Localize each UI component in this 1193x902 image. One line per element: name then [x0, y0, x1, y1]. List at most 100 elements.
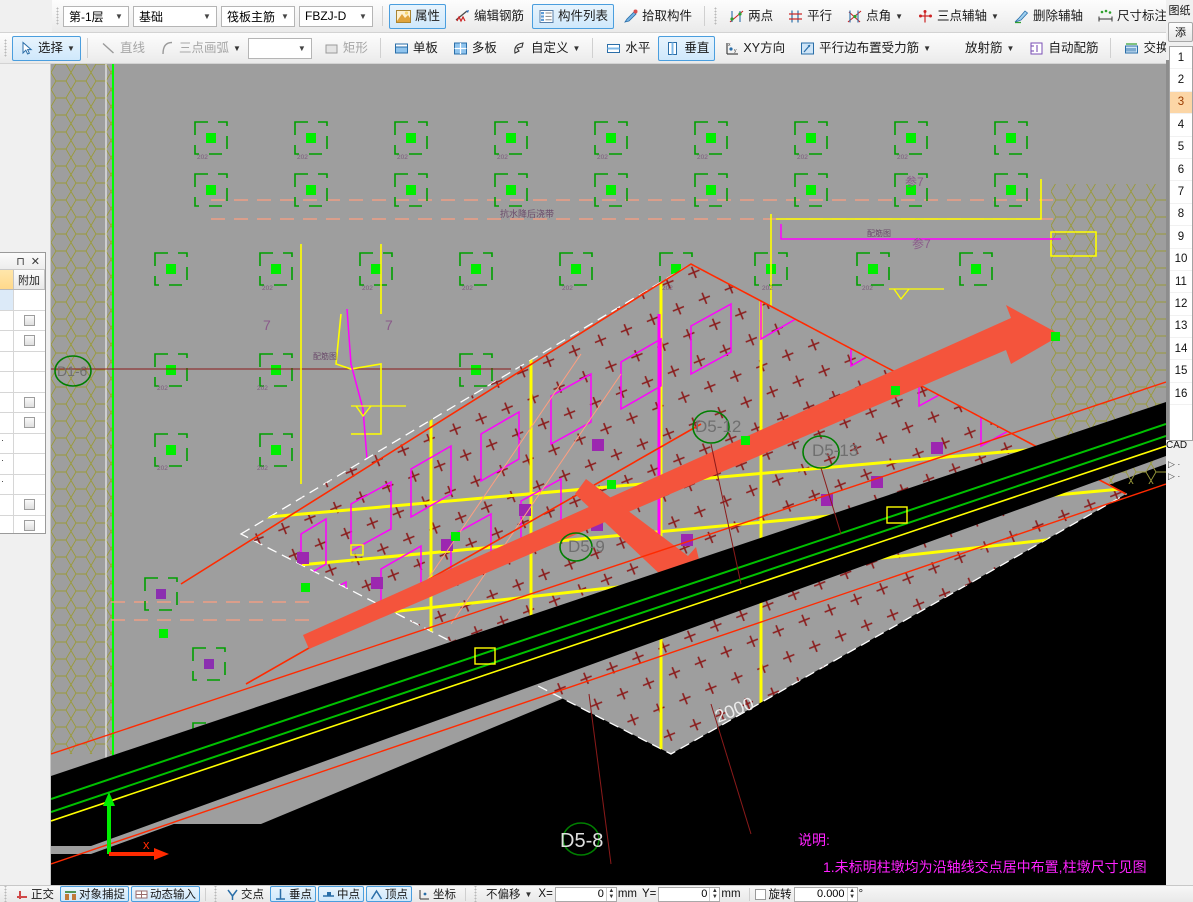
- radial-rebar-button[interactable]: 放射筋 ▼: [939, 36, 1020, 61]
- statusbar-grip[interactable]: [474, 886, 477, 902]
- rotation-field[interactable]: 旋转 ▲▼ °: [754, 886, 867, 902]
- checkbox[interactable]: [24, 335, 35, 347]
- perpendicular-snap-button[interactable]: 垂点: [270, 886, 316, 902]
- coordinate-snap-button[interactable]: 坐标: [414, 886, 460, 902]
- element-selector[interactable]: 筏板主筋 ▼: [221, 5, 295, 27]
- add-drawing-button[interactable]: 添: [1168, 22, 1193, 42]
- component-list-button[interactable]: 构件列表: [532, 3, 615, 29]
- offset-x-field[interactable]: X= ▲▼ mm: [538, 886, 640, 902]
- row-attach-cell[interactable]: [14, 474, 45, 494]
- table-row[interactable]: ·: [0, 474, 45, 495]
- chevron-down-icon[interactable]: ▼: [895, 12, 903, 21]
- ortho-button[interactable]: 正交: [12, 886, 58, 902]
- spinner-arrows[interactable]: ▲ ▼: [605, 887, 616, 901]
- object-snap-button[interactable]: 对象捕捉: [60, 886, 129, 902]
- list-item[interactable]: 9: [1170, 226, 1192, 249]
- list-item[interactable]: 10: [1170, 249, 1192, 271]
- checkbox[interactable]: [24, 519, 35, 531]
- auto-rebar-button[interactable]: 自动配筋: [1022, 36, 1104, 61]
- close-icon[interactable]: ✕: [28, 255, 43, 268]
- chevron-down-icon[interactable]: ▼: [572, 44, 580, 53]
- chevron-down-icon[interactable]: ▼: [1007, 44, 1015, 53]
- table-row[interactable]: ·: [0, 433, 45, 454]
- pick-component-button[interactable]: 拾取构件: [616, 4, 698, 29]
- cad-drawing[interactable]: x 抗水降后浇带 参7 参7 7 7 配筋图 配筋图 D5-12 D5-13 D…: [51, 64, 1166, 885]
- offset-mode-button[interactable]: 不偏移 ▼: [482, 886, 536, 902]
- cad-layer-tree[interactable]: ▷ · ▷ ·: [1168, 458, 1193, 498]
- vertex-snap-button[interactable]: 顶点: [366, 886, 412, 902]
- row-attach-cell[interactable]: [14, 413, 45, 433]
- point-angle-button[interactable]: 点角 ▼: [840, 4, 909, 29]
- arc-tool-button[interactable]: 三点画弧 ▼: [153, 36, 247, 61]
- two-point-button[interactable]: 两点: [722, 4, 779, 29]
- list-item[interactable]: 3: [1170, 91, 1192, 115]
- table-row[interactable]: [0, 495, 45, 516]
- parallel-button[interactable]: 平行: [781, 4, 838, 29]
- chevron-down-icon[interactable]: ▼: [233, 44, 241, 53]
- single-slab-button[interactable]: 单板: [387, 36, 444, 61]
- toolbar-grip[interactable]: [4, 39, 7, 57]
- select-tool-button[interactable]: 选择 ▼: [12, 35, 81, 61]
- vertical-button[interactable]: 垂直: [658, 35, 716, 61]
- parallel-rebar-button[interactable]: 平行边布置受力筋 ▼: [793, 36, 937, 61]
- drawing-canvas[interactable]: x 抗水降后浇带 参7 参7 7 7 配筋图 配筋图 D5-12 D5-13 D…: [51, 64, 1166, 885]
- tree-item[interactable]: ▷ ·: [1168, 458, 1193, 470]
- floor-selector[interactable]: 第-1层 ▼: [63, 5, 129, 27]
- list-item[interactable]: 16: [1170, 383, 1192, 406]
- list-item[interactable]: 2: [1170, 69, 1192, 92]
- line-tool-button[interactable]: 直线: [94, 36, 151, 61]
- horizontal-button[interactable]: 水平: [599, 36, 656, 61]
- chevron-down-icon[interactable]: ▼: [923, 44, 931, 53]
- delete-axis-button[interactable]: 删除辅轴: [1007, 4, 1089, 29]
- list-item[interactable]: 13: [1170, 316, 1192, 339]
- category-selector[interactable]: 基础 ▼: [133, 5, 217, 27]
- properties-button[interactable]: 属性: [389, 3, 447, 29]
- row-attach-cell[interactable]: [14, 351, 45, 371]
- checkbox[interactable]: [24, 396, 35, 408]
- row-attach-cell[interactable]: [14, 515, 45, 533]
- list-item[interactable]: 4: [1170, 114, 1192, 137]
- statusbar-grip[interactable]: [214, 886, 217, 902]
- shape-selector[interactable]: ▼: [247, 37, 312, 59]
- rotation-input[interactable]: [794, 887, 847, 901]
- offset-y-field[interactable]: Y= ▲▼ mm: [642, 886, 744, 902]
- offset-x-stepper[interactable]: ▲▼: [554, 886, 617, 902]
- row-attach-cell[interactable]: [14, 392, 45, 412]
- rotation-stepper[interactable]: ▲▼: [793, 886, 858, 902]
- row-attach-cell[interactable]: [14, 310, 45, 330]
- table-row[interactable]: [0, 351, 45, 372]
- checkbox[interactable]: [24, 417, 35, 429]
- table-row[interactable]: ·: [0, 454, 45, 475]
- table-row[interactable]: [0, 392, 45, 413]
- table-row[interactable]: [0, 413, 45, 434]
- offset-y-stepper[interactable]: ▲▼: [658, 886, 721, 902]
- row-attach-cell[interactable]: [14, 331, 45, 351]
- list-item[interactable]: 7: [1170, 181, 1192, 204]
- spinner-arrows[interactable]: ▲ ▼: [846, 887, 857, 901]
- checkbox[interactable]: [24, 499, 35, 511]
- toolbar-grip[interactable]: [714, 7, 718, 25]
- member-selector[interactable]: FBZJ-D ▼: [299, 5, 373, 27]
- rot-checkbox[interactable]: [754, 888, 766, 900]
- list-item[interactable]: 14: [1170, 338, 1192, 361]
- row-attach-cell[interactable]: [14, 372, 45, 392]
- list-item[interactable]: 11: [1170, 271, 1192, 294]
- list-item[interactable]: 12: [1170, 293, 1192, 316]
- drawing-number-list[interactable]: 1 2 3 4 5 6 7 8 9 10 11 12 13 14 15 16: [1169, 46, 1193, 441]
- chevron-down-icon[interactable]: ▼: [991, 12, 999, 21]
- multi-slab-button[interactable]: 多板: [446, 36, 503, 61]
- row-attach-cell[interactable]: [14, 290, 45, 310]
- xy-direction-button[interactable]: x y XY方向: [717, 36, 791, 61]
- offset-y-input[interactable]: [659, 887, 710, 901]
- rectangle-tool-button[interactable]: 矩形: [317, 36, 374, 61]
- edit-rebar-button[interactable]: 编辑钢筋: [448, 4, 530, 29]
- midpoint-snap-button[interactable]: 中点: [318, 886, 364, 902]
- list-item[interactable]: 5: [1170, 137, 1192, 159]
- toolbar-grip[interactable]: [56, 7, 59, 25]
- three-point-axis-button[interactable]: 三点辅轴 ▼: [911, 4, 1005, 29]
- list-item[interactable]: 8: [1170, 204, 1192, 227]
- list-item[interactable]: 6: [1170, 159, 1192, 182]
- checkbox[interactable]: [24, 314, 35, 326]
- list-item[interactable]: 1: [1170, 47, 1192, 70]
- chevron-down-icon[interactable]: ▼: [525, 890, 533, 899]
